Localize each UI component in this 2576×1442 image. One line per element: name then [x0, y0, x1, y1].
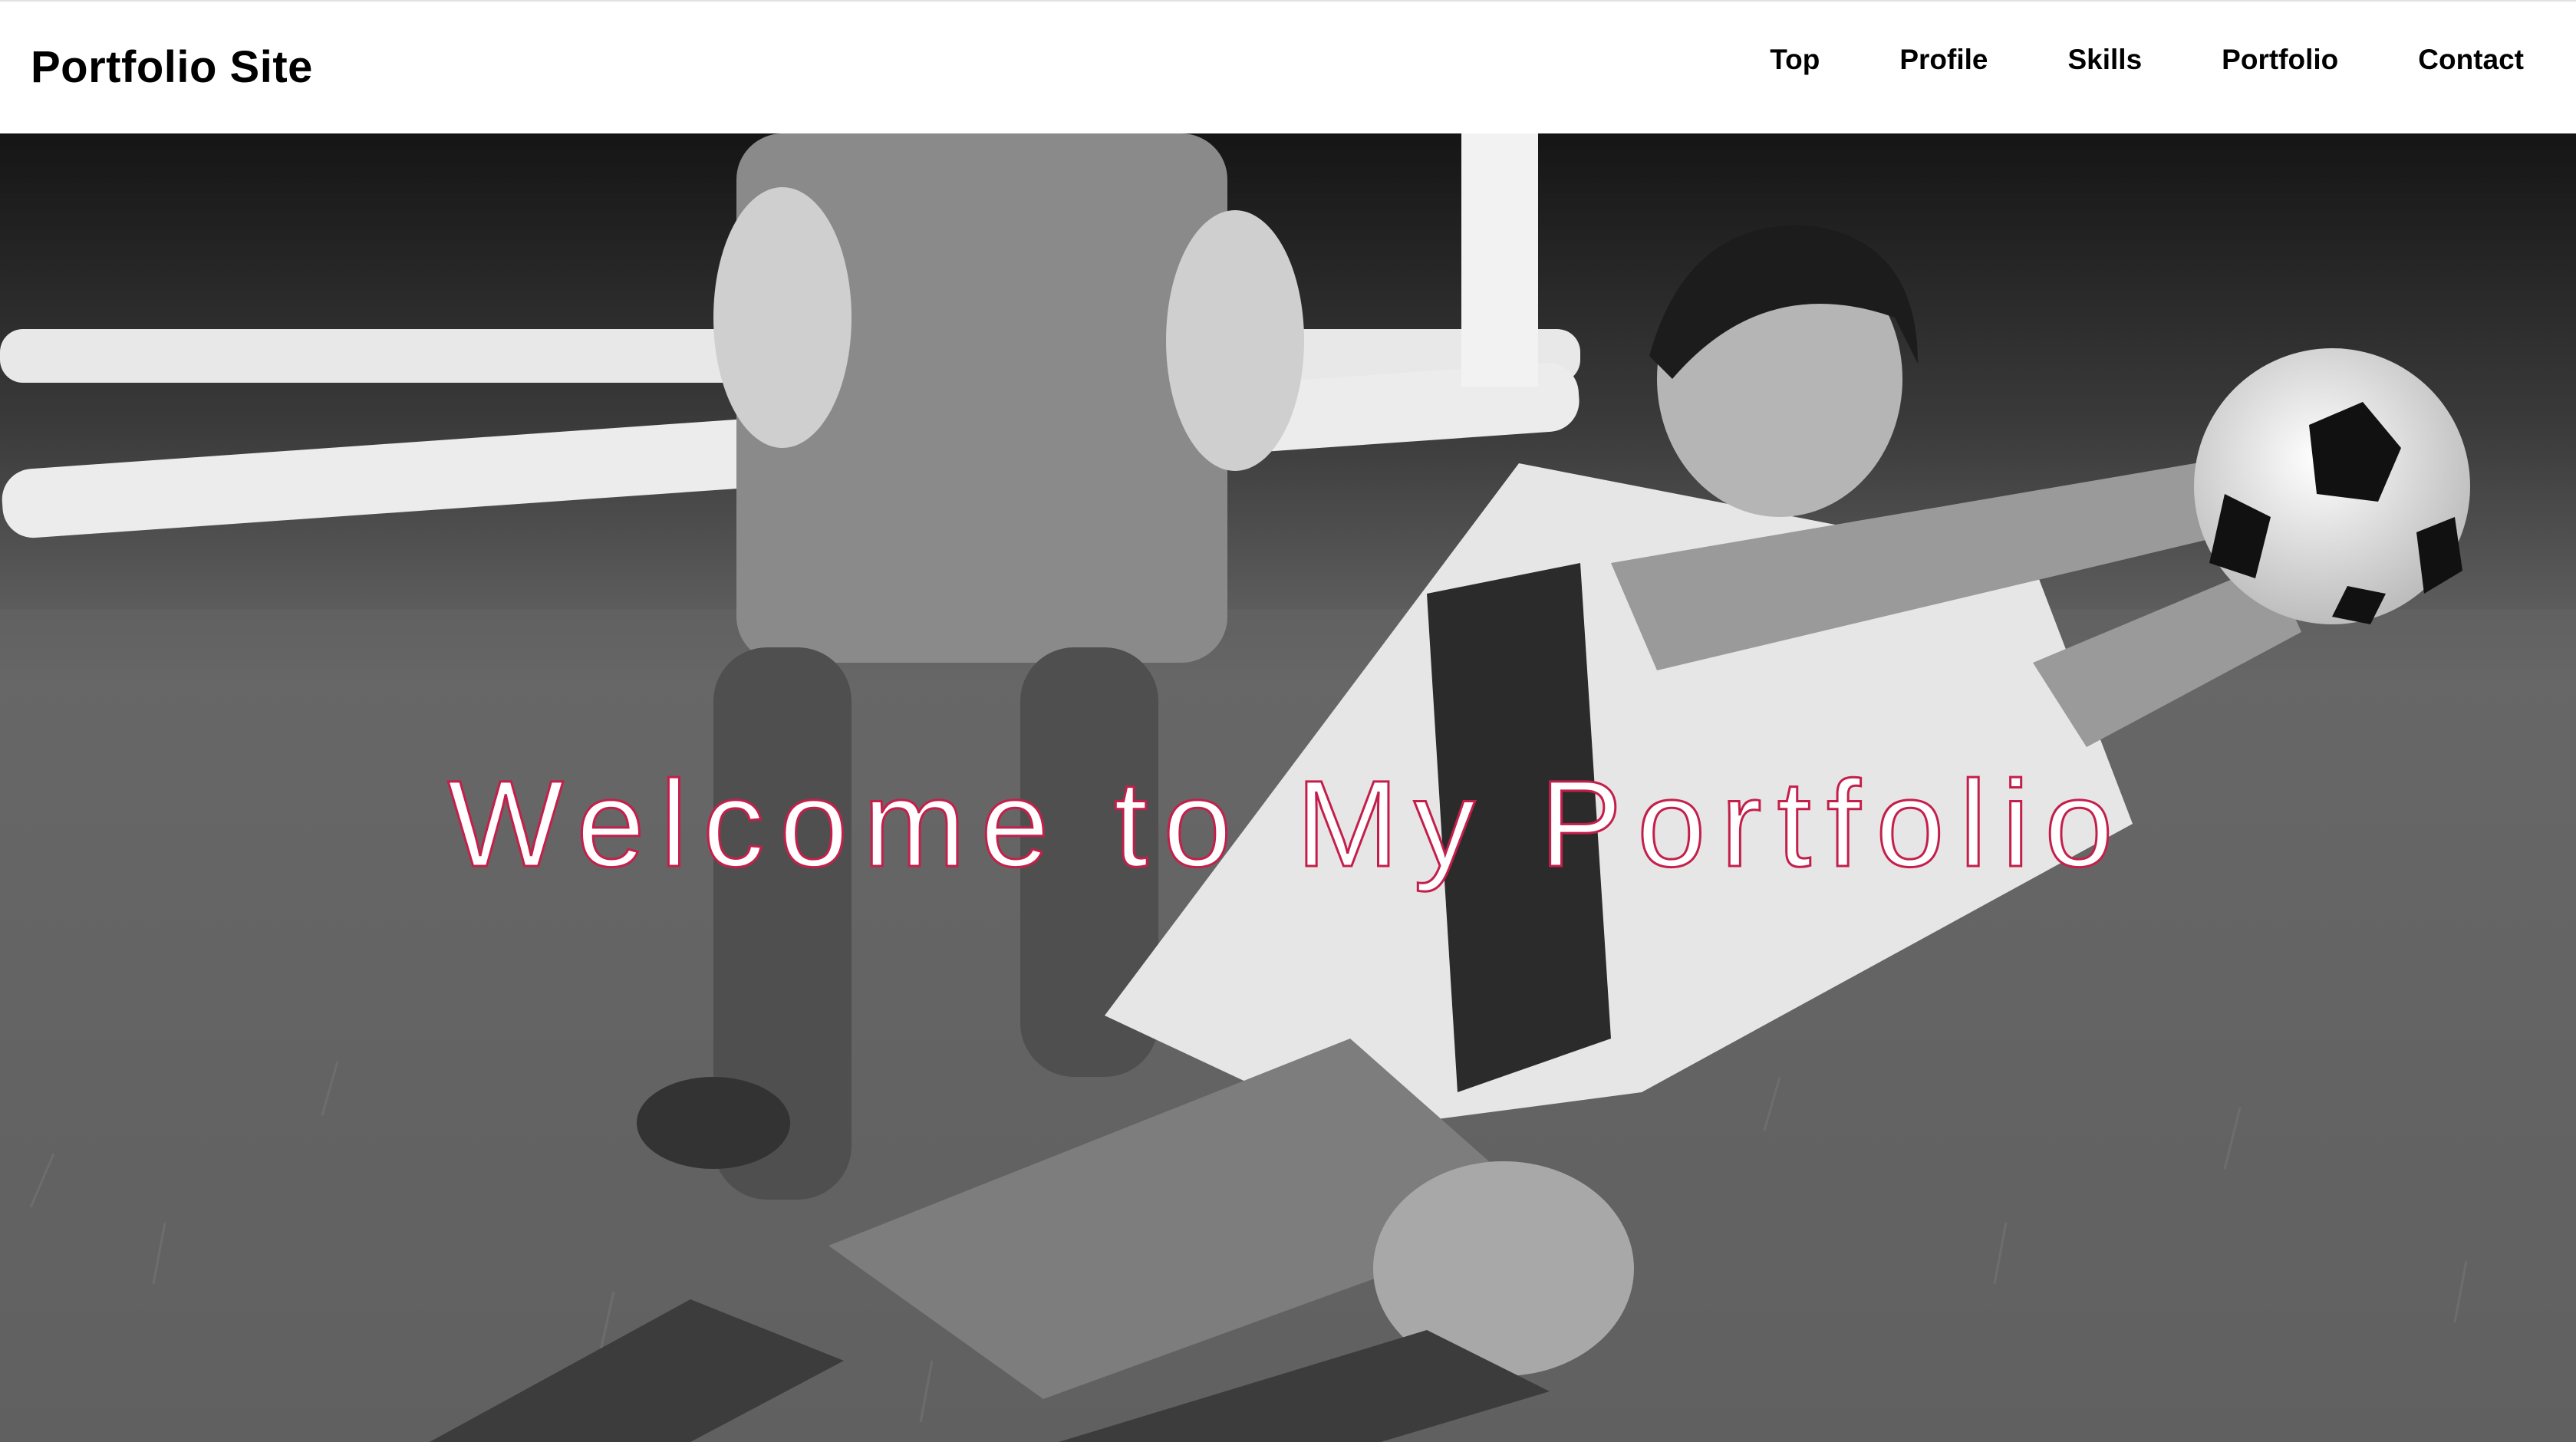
nav-item-contact: Contact — [2418, 41, 2524, 78]
nav-link-profile[interactable]: Profile — [1899, 41, 1988, 78]
nav-list: Top Profile Skills Portfolio Contact — [1770, 41, 2524, 78]
nav-item-top: Top — [1770, 41, 1820, 78]
nav-link-portfolio[interactable]: Portfolio — [2222, 41, 2338, 78]
nav-item-portfolio: Portfolio — [2222, 41, 2338, 78]
site-title[interactable]: Portfolio Site — [31, 40, 313, 95]
nav-link-skills[interactable]: Skills — [2067, 41, 2142, 78]
site-header: Portfolio Site Top Profile Skills Portfo… — [0, 0, 2576, 133]
hero-heading: Welcome to My Portfolio — [446, 754, 2129, 894]
nav-item-profile: Profile — [1899, 41, 1988, 78]
nav-item-skills: Skills — [2067, 41, 2142, 78]
hero-section: Welcome to My Portfolio — [0, 133, 2576, 1442]
nav-link-top[interactable]: Top — [1770, 41, 1820, 78]
nav-link-contact[interactable]: Contact — [2418, 41, 2524, 78]
